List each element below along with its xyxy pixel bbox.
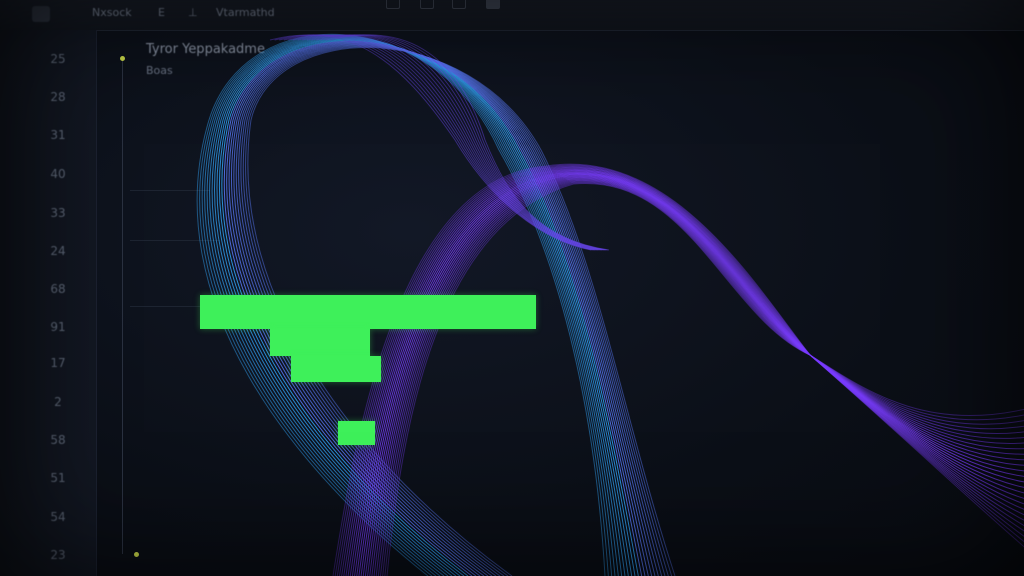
wave-strand-purple [371,177,1024,576]
waveform-visualization [196,33,1024,576]
highlight-bar [291,356,381,382]
screen: Nxsock E ⊥ Vtarmathd 25 28 31 40 33 24 6… [0,0,1024,576]
wave-strand-purple [332,163,1024,576]
highlight-bar [270,329,370,356]
highlight-bar [338,421,375,445]
highlight-bar [200,295,536,329]
